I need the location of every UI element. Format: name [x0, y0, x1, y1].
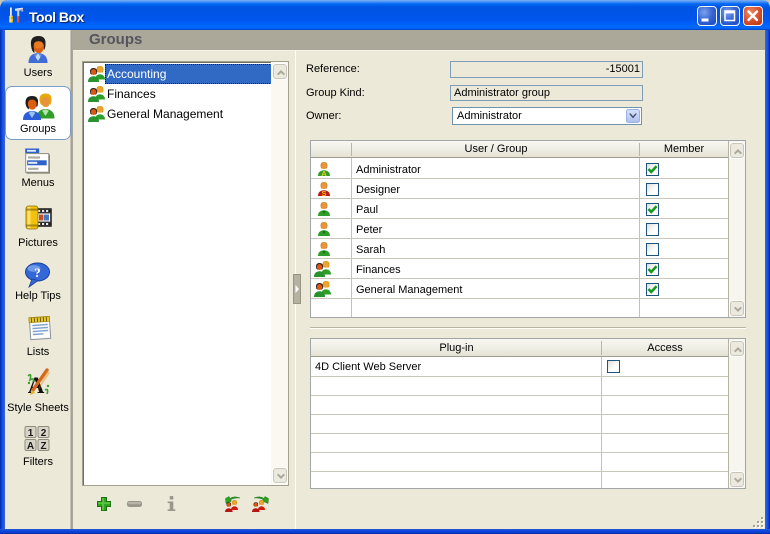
- svg-text:1: 1: [28, 428, 34, 439]
- svg-text:A: A: [27, 441, 34, 452]
- svg-text:S: S: [321, 189, 326, 197]
- svg-text:Z: Z: [40, 441, 46, 452]
- svg-text:A: A: [321, 169, 327, 177]
- svg-text:2: 2: [41, 428, 47, 439]
- svg-text:?: ?: [34, 265, 41, 280]
